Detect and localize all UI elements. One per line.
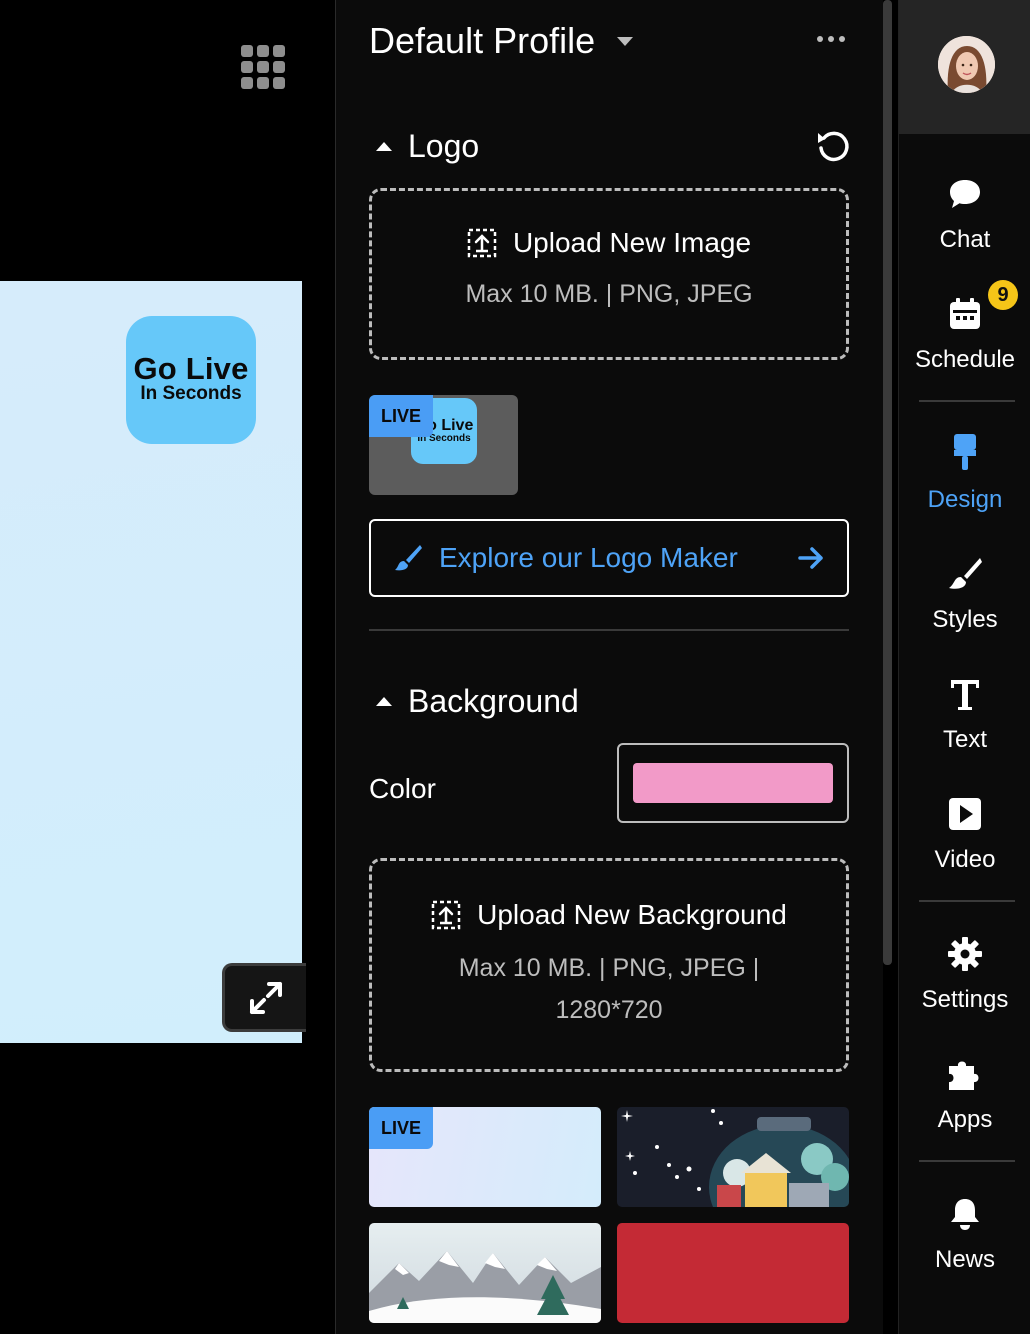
rail-item-design[interactable]: Design <box>899 432 1030 532</box>
rail-label-apps: Apps <box>937 1106 993 1133</box>
stage-logo[interactable]: Go Live In Seconds <box>126 316 256 444</box>
right-rail: Chat Schedule 9 Design Styles Text Video… <box>898 0 1030 1334</box>
rail-divider <box>919 1160 1015 1162</box>
rail-item-news[interactable]: News <box>899 1192 1030 1292</box>
stage-logo-line1: Go Live <box>133 351 249 386</box>
calendar-icon <box>950 298 980 329</box>
section-divider <box>369 629 849 631</box>
rail-label-chat: Chat <box>939 226 991 253</box>
profile-title: Default Profile <box>369 20 596 61</box>
more-options-icon[interactable] <box>817 36 845 42</box>
play-icon <box>949 798 981 830</box>
rail-item-text[interactable]: Text <box>899 672 1030 772</box>
logo-section-title: Logo <box>408 128 480 164</box>
rail-label-design: Design <box>927 486 1003 513</box>
rail-item-apps[interactable]: Apps <box>899 1052 1030 1152</box>
rail-label-text: Text <box>942 726 987 753</box>
live-badge: LIVE <box>369 1107 433 1149</box>
logo-maker-button[interactable]: Explore our Logo Maker <box>369 519 849 597</box>
background-color-picker[interactable] <box>617 743 849 823</box>
arrow-right-icon <box>798 547 823 569</box>
background-thumb-snow-globe[interactable] <box>617 1107 849 1207</box>
bell-icon <box>951 1199 979 1230</box>
logo-upload-label: Upload New Image <box>512 227 752 258</box>
reset-icon[interactable] <box>815 128 851 164</box>
rail-label-styles: Styles <box>932 606 998 633</box>
puzzle-icon <box>949 1061 979 1090</box>
paint-roller-icon <box>954 434 976 470</box>
gear-icon <box>948 937 982 971</box>
background-section-title: Background <box>408 683 579 719</box>
chat-bubble-icon <box>950 180 980 208</box>
live-badge: LIVE <box>369 395 433 437</box>
rail-divider <box>919 400 1015 402</box>
rail-divider <box>919 900 1015 902</box>
snow-globe-image <box>621 1109 849 1207</box>
background-section-toggle[interactable]: Background <box>376 683 579 720</box>
caret-down-icon <box>617 36 634 46</box>
profile-selector[interactable]: Default Profile <box>369 20 634 62</box>
collapse-triangle-icon <box>376 142 392 151</box>
expand-icon <box>249 981 282 1014</box>
rail-label-video: Video <box>934 846 996 873</box>
rail-label-news: News <box>934 1246 995 1273</box>
color-label: Color <box>369 773 436 804</box>
rail-item-settings[interactable]: Settings <box>899 932 1030 1032</box>
rail-item-chat[interactable]: Chat <box>899 172 1030 272</box>
logo-section-toggle[interactable]: Logo <box>376 128 479 165</box>
logo-thumbnail[interactable]: Go Live In Seconds LIVE <box>369 395 518 495</box>
background-thumb-gradient[interactable]: LIVE <box>369 1107 601 1207</box>
upload-icon <box>467 228 497 258</box>
rail-item-video[interactable]: Video <box>899 792 1030 892</box>
background-upload-hint-line2: 1280*720 <box>555 996 663 1024</box>
fullscreen-button[interactable] <box>222 963 306 1032</box>
background-upload-label: Upload New Background <box>477 899 787 930</box>
brush-icon <box>949 558 982 589</box>
stage-canvas[interactable]: Go Live In Seconds <box>0 281 302 1043</box>
background-thumb-red[interactable] <box>617 1223 849 1323</box>
rail-label-settings: Settings <box>921 986 1009 1013</box>
schedule-count-badge: 9 <box>988 280 1018 310</box>
user-avatar[interactable] <box>938 36 995 93</box>
logo-upload-dropzone[interactable]: Upload New Image Max 10 MB. | PNG, JPEG <box>369 188 849 360</box>
background-upload-dropzone[interactable]: Upload New Background Max 10 MB. | PNG, … <box>369 858 849 1072</box>
brush-icon <box>395 545 422 571</box>
background-upload-hint-line1: Max 10 MB. | PNG, JPEG | <box>458 954 760 982</box>
apps-grid-icon[interactable] <box>241 45 285 89</box>
design-panel: Default Profile Logo Upload New Image Ma… <box>335 0 883 1334</box>
rail-label-schedule: Schedule <box>914 346 1016 373</box>
background-thumb-mountains[interactable] <box>369 1223 601 1323</box>
upload-icon <box>431 900 461 930</box>
logo-upload-hint: Max 10 MB. | PNG, JPEG <box>465 280 753 308</box>
stage-area: Go Live In Seconds <box>0 0 335 1334</box>
stage-logo-line2: In Seconds <box>140 383 242 404</box>
text-icon <box>951 680 979 710</box>
color-swatch <box>633 763 833 803</box>
collapse-triangle-icon <box>376 697 392 706</box>
panel-scrollbar[interactable] <box>883 0 892 965</box>
logo-maker-label: Explore our Logo Maker <box>439 542 738 573</box>
mountains-image <box>369 1251 601 1323</box>
rail-item-styles[interactable]: Styles <box>899 552 1030 652</box>
